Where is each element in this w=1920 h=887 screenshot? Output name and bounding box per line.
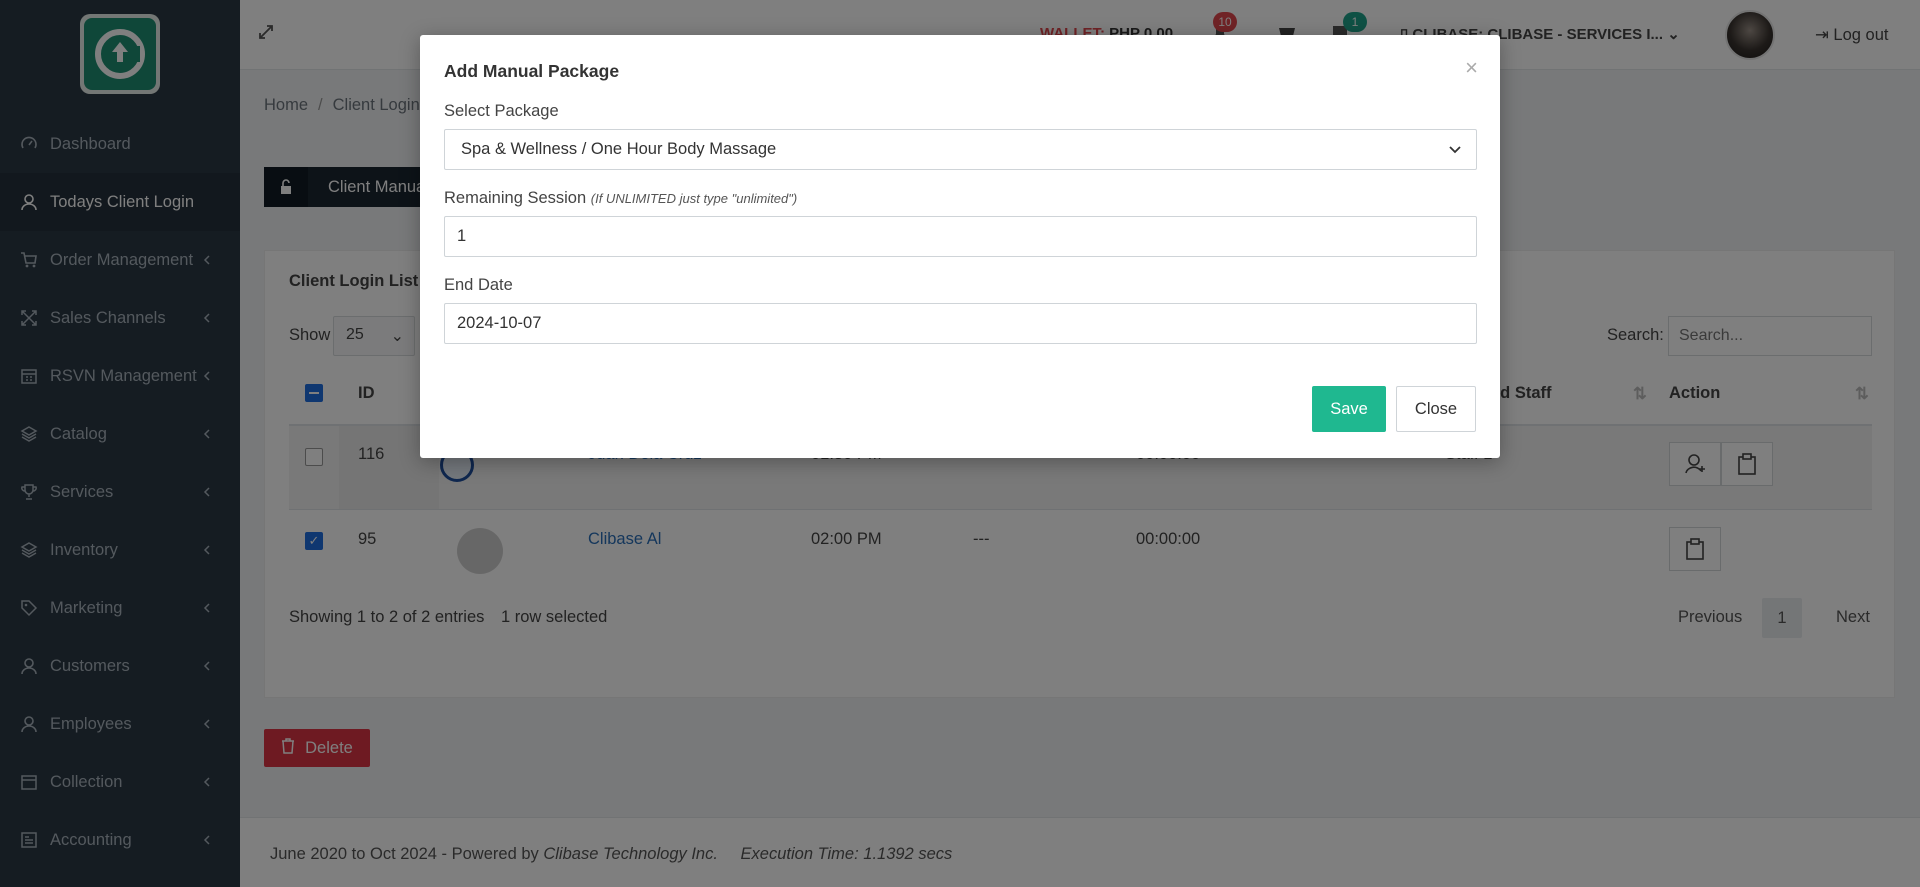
modal-title: Add Manual Package [444, 61, 620, 81]
session-value: 1 [457, 227, 467, 245]
session-label-text: Remaining Session [444, 189, 587, 207]
package-value: Spa & Wellness / One Hour Body Massage [461, 140, 777, 158]
end-date-input[interactable]: 2024-10-07 [444, 303, 1477, 344]
chevron-down-icon [1448, 143, 1462, 162]
close-icon[interactable]: × [1465, 55, 1478, 81]
add-package-modal: Add Manual Package × Select Package Spa … [420, 35, 1500, 458]
package-select[interactable]: Spa & Wellness / One Hour Body Massage [444, 129, 1477, 170]
save-button[interactable]: Save [1312, 386, 1386, 432]
session-label: Remaining Session (If UNLIMITED just typ… [444, 189, 797, 208]
remaining-session-input[interactable]: 1 [444, 216, 1477, 257]
session-hint: (If UNLIMITED just type "unlimited") [590, 191, 798, 206]
close-button[interactable]: Close [1396, 386, 1476, 432]
end-date-value: 2024-10-07 [457, 314, 542, 332]
end-date-label: End Date [444, 276, 513, 294]
package-label: Select Package [444, 102, 559, 120]
